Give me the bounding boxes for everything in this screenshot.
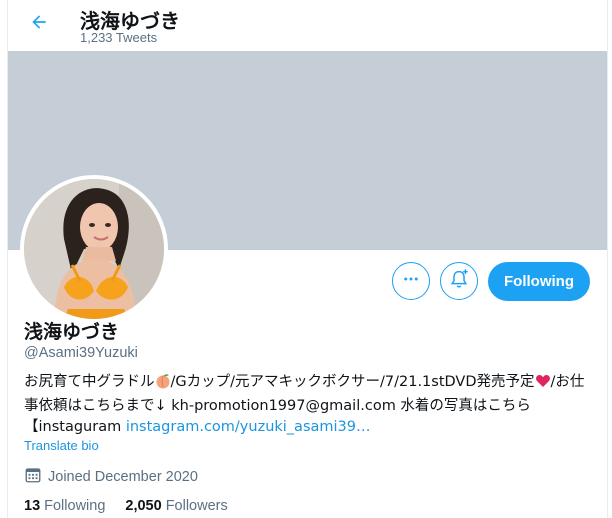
bio-text-1: お尻育て中グラドル — [24, 374, 155, 390]
profile-display-name: 浅海ゆづき — [24, 321, 120, 343]
more-options-icon — [402, 270, 420, 293]
following-stat[interactable]: 13 Following — [24, 498, 105, 514]
profile-page: 浅海ゆづき 1,233 Tweets Following 浅海ゆづき @Asam… — [7, 0, 608, 518]
avatar[interactable] — [20, 175, 168, 323]
notification-bell-plus-icon — [448, 268, 470, 295]
back-arrow-icon — [29, 12, 49, 37]
back-button[interactable] — [25, 10, 53, 38]
more-options-button[interactable] — [392, 262, 430, 300]
bio-text-2: /Gカップ/元アマキックボクサー/7/21.1stDVD発売予定 — [170, 374, 535, 390]
top-bar: 浅海ゆづき 1,233 Tweets — [8, 0, 607, 50]
followers-stat[interactable]: 2,050 Followers — [125, 498, 227, 514]
follow-stats: 13 Following 2,050 Followers — [24, 498, 248, 514]
joined-text: Joined December 2020 — [48, 469, 198, 485]
following-count: 13 — [24, 498, 41, 514]
calendar-icon — [24, 466, 48, 488]
tweet-count: 1,233 Tweets — [80, 30, 158, 45]
red-heart-icon — [535, 373, 551, 396]
following-button[interactable]: Following — [488, 262, 590, 301]
join-date: Joined December 2020 — [24, 466, 198, 488]
profile-handle: @Asami39Yuzuki — [24, 345, 138, 361]
following-label: Following — [44, 498, 106, 514]
notifications-button[interactable] — [440, 262, 478, 300]
avatar-photo — [24, 179, 164, 319]
peach-emoji-icon — [155, 373, 171, 396]
followers-label: Followers — [165, 498, 228, 514]
translate-bio-link[interactable]: Translate bio — [24, 438, 99, 453]
bio-instagram-link[interactable]: instagram.com/yuzuki_asami39… — [126, 419, 371, 435]
followers-count: 2,050 — [125, 498, 162, 514]
profile-bio: お尻育て中グラドル/Gカップ/元アマキックボクサー/7/21.1stDVD発売予… — [24, 372, 594, 438]
